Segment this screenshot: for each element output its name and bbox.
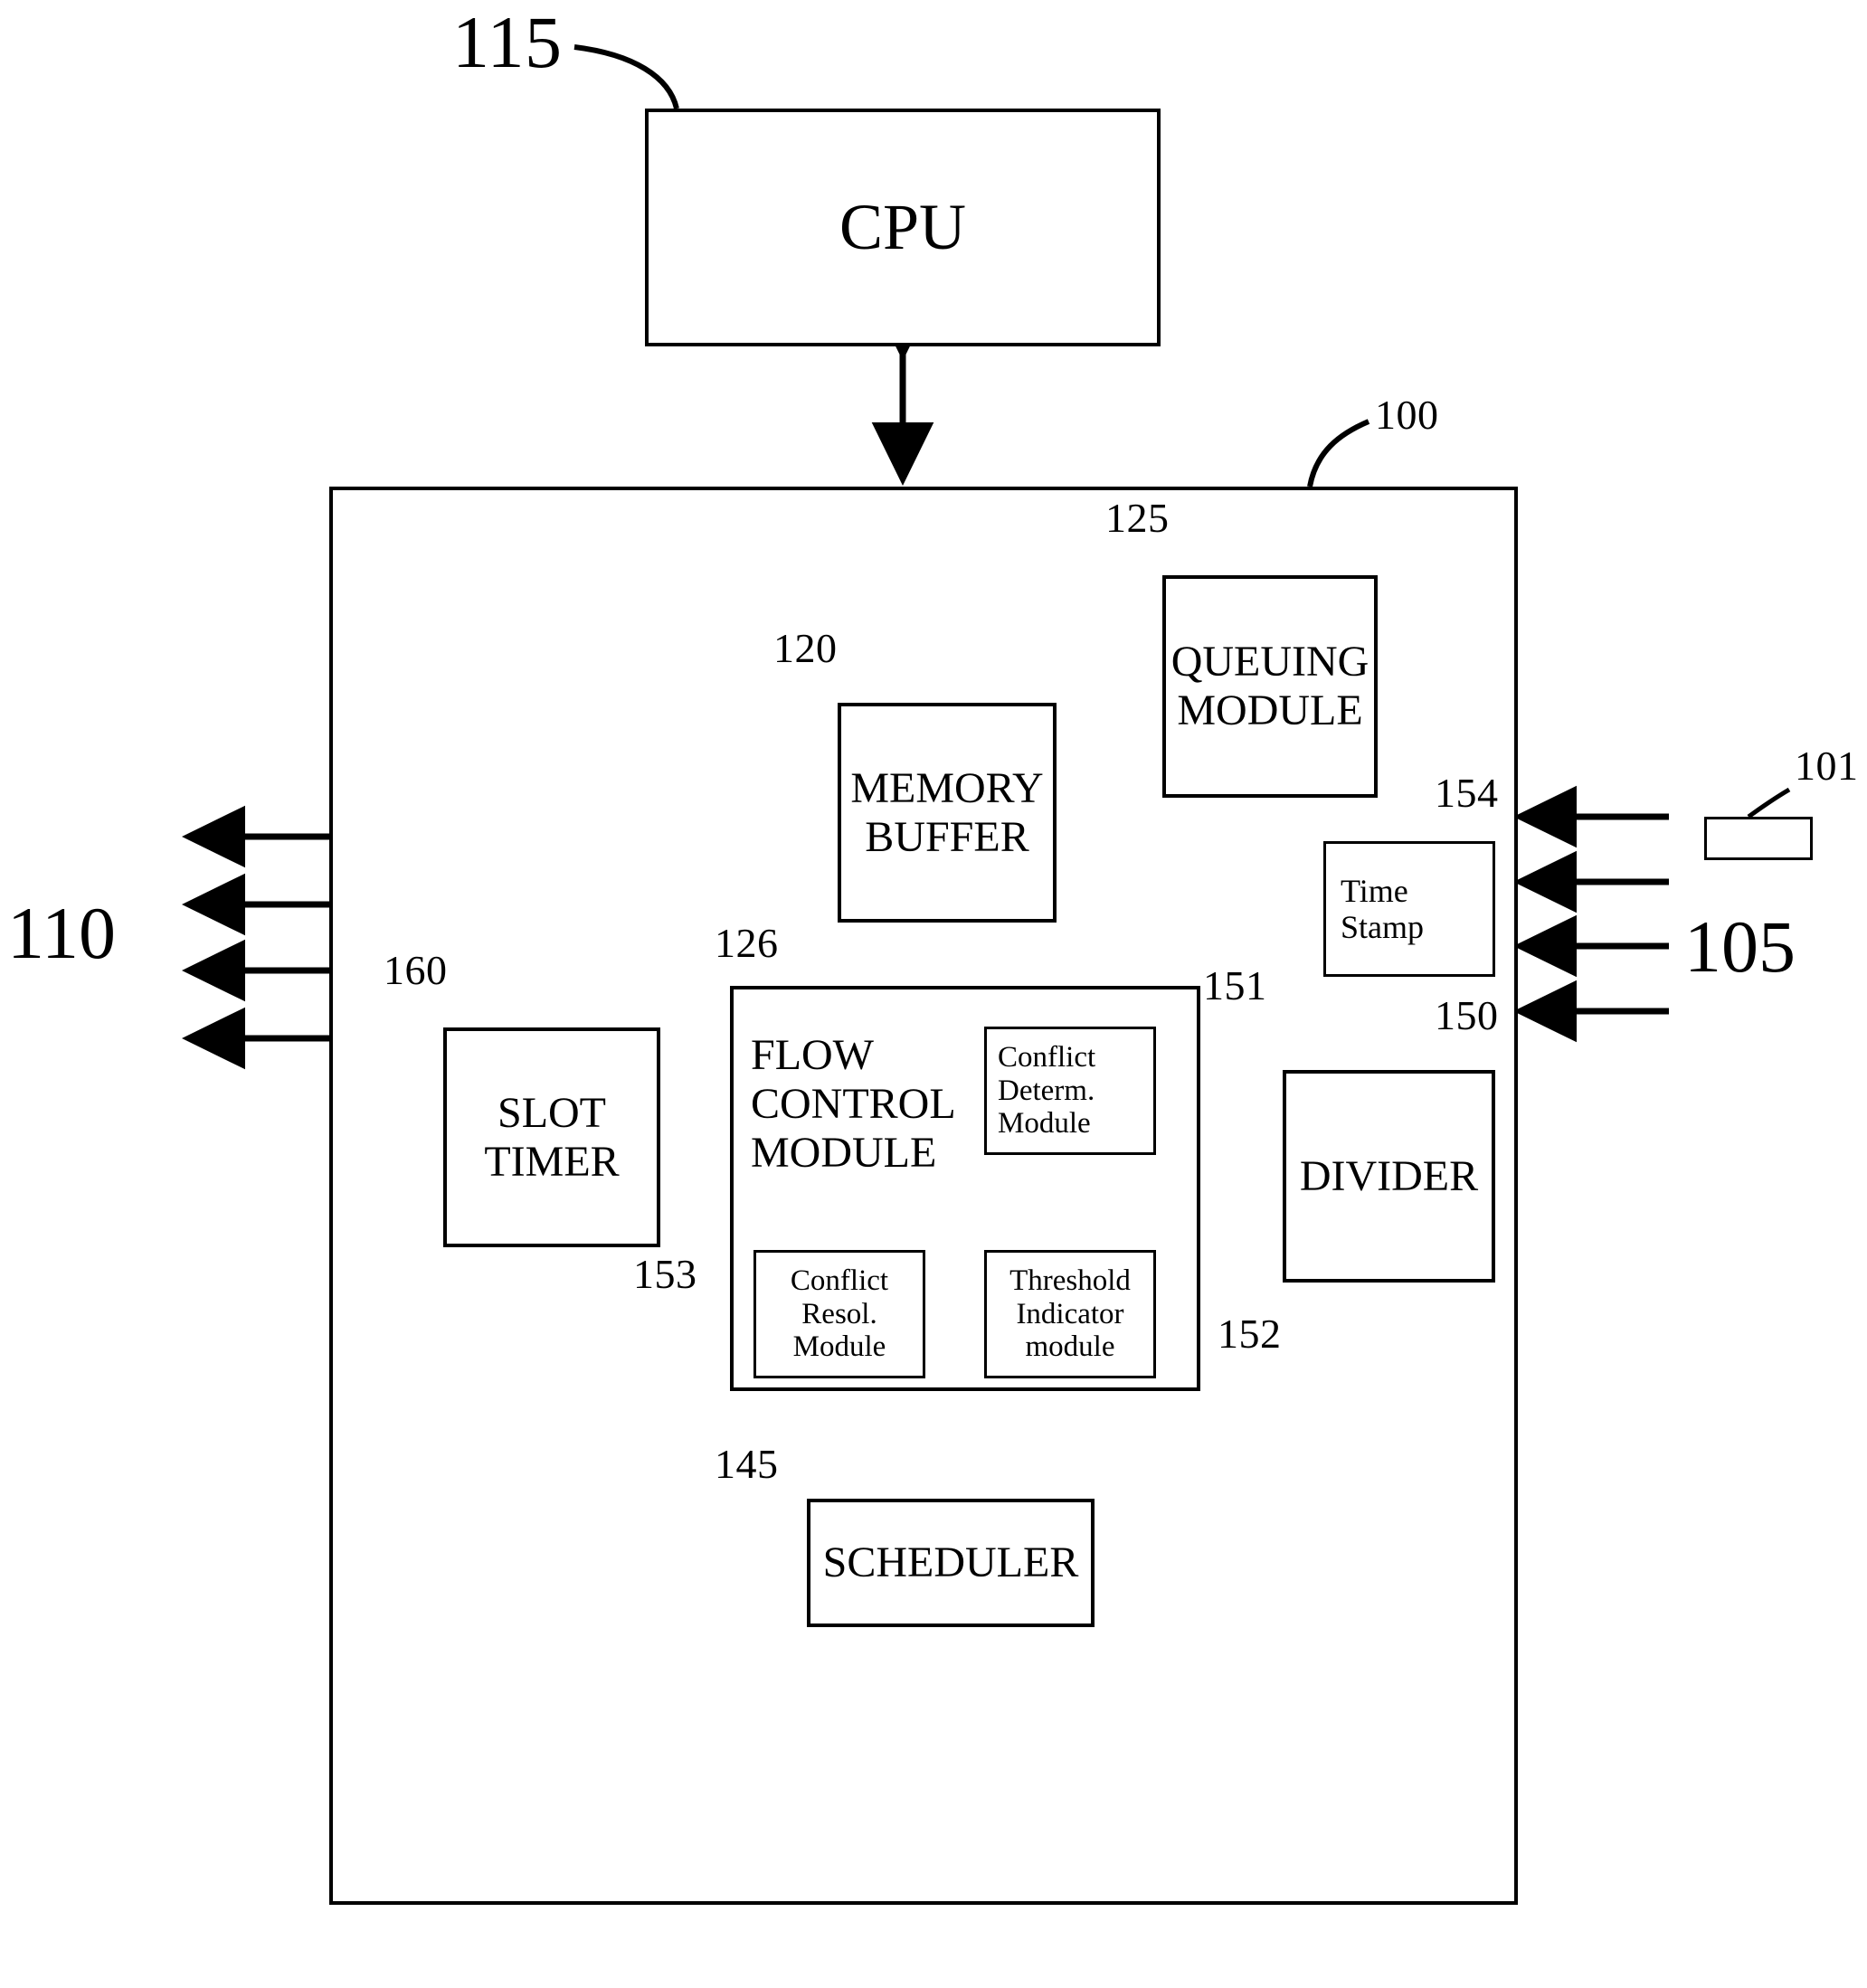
memory-buffer-label-line1: MEMORY: [850, 763, 1044, 812]
conflict-determ-module-block[interactable]: Conflict Determ. Module: [984, 1027, 1156, 1155]
conflict-determ-module-label-line3: Module: [998, 1107, 1091, 1141]
conflict-resol-module-block[interactable]: Conflict Resol. Module: [753, 1250, 925, 1378]
scheduler-block[interactable]: SCHEDULER: [807, 1499, 1095, 1627]
conflict-resol-module-label-line2: Resol.: [801, 1297, 877, 1330]
queuing-module-block[interactable]: QUEUING MODULE: [1162, 575, 1378, 798]
threshold-indicator-module-label-line3: module: [1025, 1330, 1115, 1364]
leader-100: [1307, 419, 1370, 488]
threshold-indicator-module-label-line2: Indicator: [1016, 1297, 1124, 1330]
conflict-determ-module-label-line1: Conflict: [998, 1040, 1096, 1074]
flow-control-module-label-line3: MODULE: [751, 1128, 937, 1177]
ref-160: 160: [384, 947, 448, 993]
time-stamp-label-line1: Time: [1341, 872, 1408, 909]
queuing-module-label-line1: QUEUING: [1170, 638, 1369, 686]
ref-154: 154: [1435, 770, 1499, 816]
threshold-indicator-module-block[interactable]: Threshold Indicator module: [984, 1250, 1156, 1378]
conflict-resol-module-label-line1: Conflict: [790, 1264, 889, 1297]
queuing-module-label-line2: MODULE: [1177, 686, 1363, 734]
conflict-resol-module-label-line3: Module: [792, 1330, 886, 1364]
ref-151: 151: [1203, 962, 1267, 1008]
memory-buffer-label-line2: BUFFER: [865, 812, 1029, 861]
time-stamp-block[interactable]: Time Stamp: [1323, 841, 1495, 977]
ref-101: 101: [1795, 743, 1859, 789]
cpu-block[interactable]: CPU: [645, 109, 1161, 346]
cpu-label: CPU: [839, 191, 967, 264]
figure-canvas: CPU 115 100 MEMORY BUFFER 120 QUEUING MO…: [0, 0, 1867, 1988]
ref-105: 105: [1684, 905, 1796, 988]
ref-110: 110: [7, 892, 116, 974]
ref-125: 125: [1105, 495, 1170, 541]
memory-buffer-block[interactable]: MEMORY BUFFER: [838, 703, 1057, 923]
leader-115: [573, 44, 679, 109]
packet-source-block[interactable]: [1704, 817, 1813, 860]
flow-control-module-label: FLOW CONTROL MODULE: [751, 1031, 977, 1177]
ref-145: 145: [715, 1441, 779, 1487]
flow-control-module-label-line2: CONTROL: [751, 1079, 956, 1128]
ref-115: 115: [452, 1, 563, 83]
scheduler-label: SCHEDULER: [822, 1538, 1079, 1587]
leader-101: [1747, 787, 1791, 819]
divider-block[interactable]: DIVIDER: [1283, 1070, 1495, 1283]
time-stamp-label-line2: Stamp: [1341, 909, 1425, 945]
ref-100: 100: [1375, 392, 1439, 438]
ref-120: 120: [773, 625, 838, 671]
threshold-indicator-module-label-line1: Threshold: [1009, 1264, 1131, 1297]
slot-timer-block[interactable]: SLOT TIMER: [443, 1027, 660, 1247]
ref-126: 126: [715, 920, 779, 966]
divider-label: DIVIDER: [1299, 1151, 1479, 1200]
flow-control-module-label-line1: FLOW: [751, 1031, 874, 1079]
slot-timer-label-line1: SLOT: [498, 1088, 606, 1137]
slot-timer-label-line2: TIMER: [484, 1137, 620, 1186]
ref-152: 152: [1218, 1311, 1282, 1357]
ref-153: 153: [633, 1251, 697, 1297]
conflict-determ-module-label-line2: Determ.: [998, 1074, 1095, 1107]
ref-150: 150: [1435, 992, 1499, 1038]
